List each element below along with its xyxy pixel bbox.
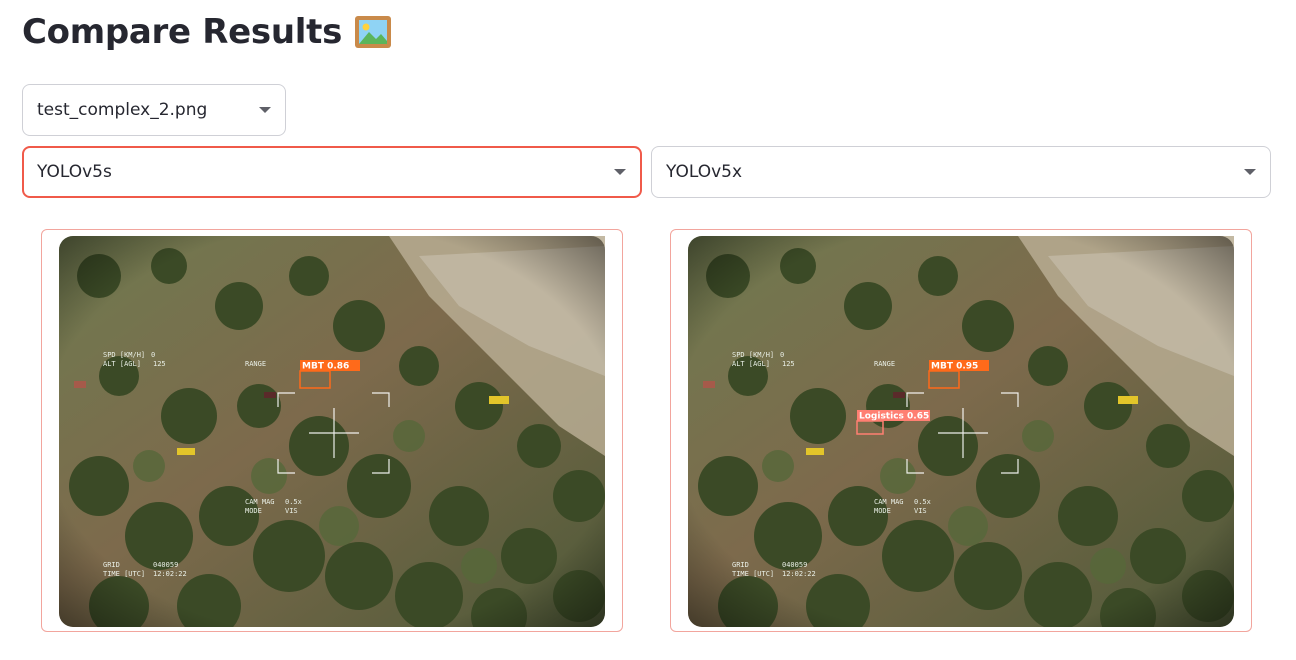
file-select[interactable]: test_complex_2.png <box>22 84 286 136</box>
hud-time-value: 12:02:22 <box>153 570 187 578</box>
hud-alt-label: ALT [AGL] <box>732 360 770 368</box>
model-right-select[interactable]: YOLOv5x <box>651 146 1271 198</box>
hud-time-value: 12:02:22 <box>782 570 816 578</box>
hud-alt-value: 125 <box>153 360 166 368</box>
hud-alt-label: ALT [AGL] <box>103 360 141 368</box>
file-select-value: test_complex_2.png <box>37 100 208 120</box>
hud-grid-value: 040059 <box>782 561 807 569</box>
result-panel-left: SPD [KM/H] 0 ALT [AGL] 125 RANGE CAM MAG… <box>41 229 623 632</box>
model-right-select-value: YOLOv5x <box>666 162 743 182</box>
hud-spd-value: 0 <box>151 351 155 359</box>
hud-range-label: RANGE <box>874 360 895 368</box>
hud-range-label: RANGE <box>245 360 266 368</box>
hud-spd-value: 0 <box>780 351 784 359</box>
hud-spd-label: SPD [KM/H] <box>103 351 145 359</box>
hud-mode-label: MODE <box>245 507 262 515</box>
chevron-down-icon[interactable] <box>614 169 626 175</box>
compare-results-page: Compare Results test_complex_2.png YOLOv… <box>0 0 1296 660</box>
hud-time-label: TIME [UTC] <box>103 570 145 578</box>
hud-grid-label: GRID <box>732 561 749 569</box>
result-image-right: SPD [KM/H] 0 ALT [AGL] 125 RANGE CAM MAG… <box>688 236 1234 627</box>
page-title-text: Compare Results <box>22 12 343 52</box>
hud-time-label: TIME [UTC] <box>732 570 774 578</box>
framed-picture-icon <box>355 16 392 48</box>
detection-label: MBT 0.86 <box>302 362 349 372</box>
hud-spd-label: SPD [KM/H] <box>732 351 774 359</box>
hud-mode-value: VIS <box>285 507 298 515</box>
hud-mode-label: MODE <box>874 507 891 515</box>
hud-grid-label: GRID <box>103 561 120 569</box>
result-image-left: SPD [KM/H] 0 ALT [AGL] 125 RANGE CAM MAG… <box>59 236 605 627</box>
hud-cam-mag-label: CAM MAG <box>245 498 275 506</box>
hud-cam-mag-label: CAM MAG <box>874 498 904 506</box>
model-left-select-value: YOLOv5s <box>37 162 112 182</box>
hud-cam-mag-value: 0.5x <box>914 498 931 506</box>
hud-grid-value: 040059 <box>153 561 178 569</box>
page-title: Compare Results <box>22 12 392 52</box>
hud-mode-value: VIS <box>914 507 927 515</box>
model-left-select[interactable]: YOLOv5s <box>22 146 642 198</box>
hud-cam-mag-value: 0.5x <box>285 498 302 506</box>
chevron-down-icon[interactable] <box>1244 169 1256 175</box>
chevron-down-icon[interactable] <box>259 107 271 113</box>
result-panel-right: SPD [KM/H] 0 ALT [AGL] 125 RANGE CAM MAG… <box>670 229 1252 632</box>
detection-label: MBT 0.95 <box>931 362 978 372</box>
hud-alt-value: 125 <box>782 360 795 368</box>
detection-label: Logistics 0.65 <box>859 412 929 422</box>
